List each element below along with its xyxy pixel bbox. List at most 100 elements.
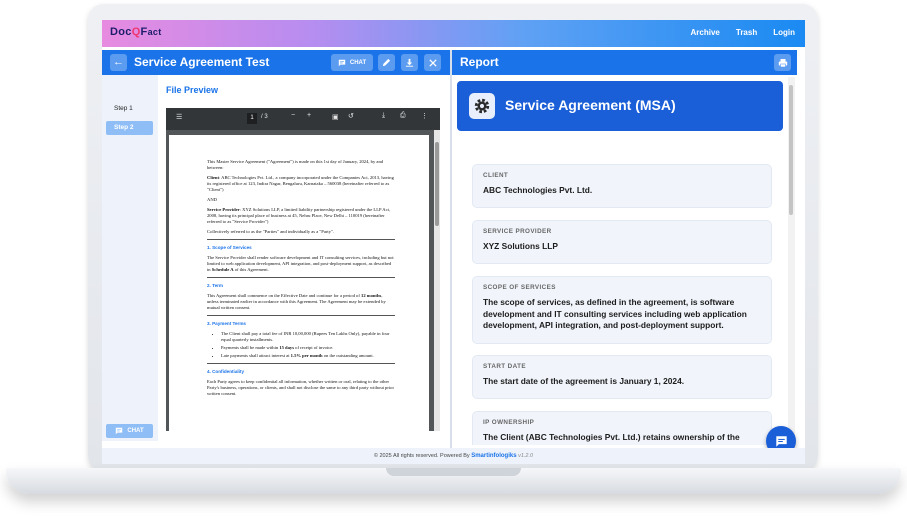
pdf-collective: Collectively referred to as the "Parties… <box>207 229 335 234</box>
side-chat-label: CHAT <box>127 428 144 434</box>
card-value: The Client (ABC Technologies Pvt. Ltd.) … <box>483 432 740 445</box>
report-area: Service Agreement (MSA) CLIENT ABC Techn… <box>452 75 797 445</box>
report-card-service-provider: SERVICE PROVIDER XYZ Solutions LLP <box>472 220 772 264</box>
s3-b3-b: on the outstanding amount. <box>322 353 374 358</box>
card-value: ABC Technologies Pvt. Ltd. <box>483 185 593 195</box>
list-item: Payments shall be made within 15 days of… <box>221 345 395 351</box>
nav-login[interactable]: Login <box>773 28 795 37</box>
top-nav: DocQFact Archive Trash Login <box>102 20 805 47</box>
pdf-scrollbar[interactable] <box>434 130 440 431</box>
s3-b2-a: Payments shall be made within <box>221 345 280 350</box>
report-card-ip-ownership: IP OWNERSHIP The Client (ABC Technologie… <box>472 411 772 445</box>
document-title: Service Agreement Test <box>134 55 270 69</box>
footer: © 2025 All rights reserved. Powered By S… <box>102 448 805 464</box>
nav-links: Archive Trash Login <box>691 28 795 37</box>
s1-b: of this Agreement. <box>233 267 269 272</box>
s3-b2-bold: 15 days <box>279 345 294 350</box>
laptop-notch <box>386 468 521 476</box>
print-button[interactable] <box>774 54 791 71</box>
logo-part3: act <box>147 27 162 37</box>
step-1[interactable]: Step 1 <box>106 102 153 116</box>
pdf-scroll-thumb[interactable] <box>435 142 439 226</box>
list-item: The Client shall pay a total fee of INR … <box>221 331 395 343</box>
printer-icon <box>778 58 787 67</box>
pdf-divider <box>207 277 395 278</box>
nav-trash[interactable]: Trash <box>736 28 757 37</box>
zoom-out-icon[interactable]: − <box>291 112 295 119</box>
file-preview-title: File Preview <box>166 85 219 95</box>
print-icon[interactable]: ⎙ <box>400 112 406 120</box>
pdf-section-2-text: This Agreement shall commence on the Eff… <box>207 293 395 311</box>
pdf-section-2-title: 2. Term <box>207 283 223 288</box>
download-button[interactable] <box>401 54 418 71</box>
s2-bold: 12 months <box>361 293 382 298</box>
report-banner-title: Service Agreement (MSA) <box>505 97 676 113</box>
download-icon <box>405 58 414 67</box>
logo-q: Q <box>131 26 141 38</box>
card-value: The scope of services, as defined in the… <box>483 297 747 330</box>
app-logo[interactable]: DocQFact <box>110 26 162 38</box>
pdf-provider: Service Provider: XYZ Solutions LLP, a l… <box>207 207 395 225</box>
pdf-section-1-title: 1. Scope of Services <box>207 245 252 250</box>
pdf-client: Client: ABC Technologies Pvt. Ltd., a co… <box>207 175 395 193</box>
pdf-intro: This Master Service Agreement ("Agreemen… <box>207 159 384 170</box>
more-options-icon[interactable]: ⋮ <box>421 112 428 120</box>
close-icon <box>428 58 437 67</box>
report-card-start-date: START DATE The start date of the agreeme… <box>472 355 772 399</box>
footer-brand-link[interactable]: Smartinfologiks <box>471 453 516 459</box>
card-value: The start date of the agreement is Janua… <box>483 376 685 386</box>
menu-icon[interactable]: ☰ <box>176 113 182 121</box>
provider-label: Service Provider <box>207 207 240 212</box>
report-card-scope: SCOPE OF SERVICES The scope of services,… <box>472 276 772 344</box>
page-number-input[interactable]: 1 <box>247 113 257 124</box>
footer-version: v1.2.0 <box>518 453 534 459</box>
gear-icon <box>474 98 490 114</box>
card-label: START DATE <box>483 363 526 370</box>
right-panel-header: Report <box>452 50 797 75</box>
side-chat-button[interactable]: CHAT <box>106 424 153 438</box>
pdf-and: AND <box>207 197 217 202</box>
client-text: : ABC Technologies Pvt. Ltd., a company … <box>207 175 394 192</box>
page-total: / 3 <box>261 114 268 120</box>
chat-icon <box>338 59 346 66</box>
list-item: Late payments shall attract interest at … <box>221 353 395 359</box>
pencil-icon <box>382 58 391 67</box>
rotate-icon[interactable]: ↺ <box>348 112 354 120</box>
report-scrollbar[interactable] <box>788 77 795 444</box>
pdf-divider <box>207 315 395 316</box>
s3-b3-a: Late payments shall attract interest at <box>221 353 291 358</box>
close-button[interactable] <box>424 54 441 71</box>
fit-page-icon[interactable]: ▣ <box>332 113 339 121</box>
left-panel-header: ← Service Agreement Test CHAT <box>102 50 450 75</box>
report-card-client: CLIENT ABC Technologies Pvt. Ltd. <box>472 164 772 208</box>
client-label: Client <box>207 175 219 180</box>
card-label: CLIENT <box>483 172 509 179</box>
report-scroll-thumb[interactable] <box>789 85 793 215</box>
s3-b2-b: of receipt of invoice. <box>294 345 334 350</box>
pdf-divider <box>207 239 395 240</box>
card-label: SCOPE OF SERVICES <box>483 284 556 291</box>
zoom-in-icon[interactable]: + <box>307 112 311 119</box>
nav-archive[interactable]: Archive <box>691 28 720 37</box>
card-value: XYZ Solutions LLP <box>483 241 558 251</box>
steps-sidebar: Step 1 Step 2 CHAT <box>102 75 158 441</box>
edit-button[interactable] <box>378 54 395 71</box>
pdf-section-4-text: Each Party agrees to keep confidential a… <box>207 379 394 396</box>
chat-icon <box>116 427 123 435</box>
report-title: Report <box>460 55 499 69</box>
banner-icon-box <box>469 93 495 119</box>
download-icon[interactable]: ⤓ <box>382 112 385 120</box>
chat-button-label: CHAT <box>349 59 367 66</box>
chat-icon <box>775 435 787 447</box>
back-button[interactable]: ← <box>110 54 127 71</box>
pdf-viewer[interactable]: This Master Service Agreement ("Agreemen… <box>166 130 440 431</box>
arrow-left-icon: ← <box>113 56 124 68</box>
footer-text: © 2025 All rights reserved. Powered By <box>373 453 470 459</box>
s1-bold: Schedule A <box>211 267 234 272</box>
s2-a: This Agreement shall commence on the Eff… <box>207 293 362 298</box>
card-label: SERVICE PROVIDER <box>483 228 552 235</box>
logo-part1: Doc <box>110 26 132 38</box>
chat-button[interactable]: CHAT <box>331 54 373 71</box>
step-2[interactable]: Step 2 <box>106 121 153 135</box>
pdf-page: This Master Service Agreement ("Agreemen… <box>169 135 429 431</box>
